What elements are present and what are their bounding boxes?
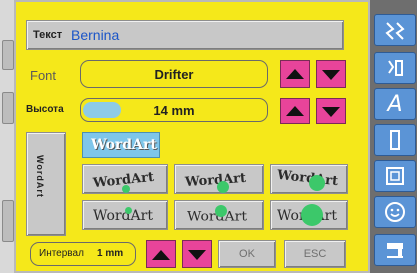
selected-wordart-style[interactable]: WordArt	[82, 132, 160, 158]
ok-label: OK	[239, 248, 255, 260]
arrow-up-icon	[286, 106, 304, 116]
height-label: Высота	[26, 104, 64, 115]
wordart-style-text: WordArt	[184, 170, 247, 191]
selection-dot	[301, 204, 323, 226]
vertical-wordart-label: WordArt	[35, 155, 45, 198]
text-editor-panel: Текст Bernina Font Drifter Высота 14 mm …	[14, 0, 370, 273]
left-tab	[2, 200, 14, 242]
selection-dot	[215, 205, 227, 217]
wordart-style-tile[interactable]: WordArt	[82, 164, 168, 194]
selection-dot	[125, 207, 132, 214]
stitch-button[interactable]	[374, 52, 416, 84]
quilt-button[interactable]	[374, 160, 416, 192]
machine-button[interactable]	[374, 234, 416, 266]
arrow-up-icon	[152, 250, 170, 260]
wordart-style-tile[interactable]: WordArt	[270, 200, 348, 230]
font-value: Drifter	[154, 67, 194, 82]
spacing-field[interactable]: Интервал 1 mm	[30, 242, 136, 266]
selection-dot	[217, 181, 229, 193]
wordart-style-text: WordArt	[93, 208, 153, 224]
spacing-down-button[interactable]	[182, 240, 212, 268]
esc-label: ESC	[303, 248, 327, 260]
arrow-down-icon	[322, 107, 340, 117]
font-down-button[interactable]	[316, 60, 346, 88]
spacing-up-button[interactable]	[146, 240, 176, 268]
left-tab	[2, 92, 14, 124]
spacing-value: 1 mm	[97, 248, 124, 259]
buttonhole-button[interactable]	[374, 124, 416, 156]
alphabet-button[interactable]: A	[374, 88, 416, 120]
wordart-style-tile[interactable]: WordArt	[174, 164, 264, 194]
personal-program-button[interactable]	[374, 196, 416, 228]
ok-button[interactable]: OK	[218, 240, 276, 268]
wordart-style-tile[interactable]: WordArt	[174, 200, 264, 230]
selection-dot	[309, 175, 325, 191]
right-toolbar: A	[370, 0, 417, 273]
height-up-button[interactable]	[280, 98, 310, 124]
quilt-icon	[386, 167, 404, 185]
height-field[interactable]: 14 mm	[80, 98, 268, 122]
letter-a-icon: A	[387, 91, 403, 117]
spacing-label: Интервал	[39, 248, 84, 259]
text-field[interactable]: Текст Bernina	[26, 20, 344, 50]
text-field-value: Bernina	[71, 27, 120, 43]
buttonhole-icon	[390, 130, 400, 150]
embroidery-pattern-button[interactable]	[374, 14, 416, 46]
font-select[interactable]: Drifter	[80, 60, 268, 88]
selection-dot	[122, 185, 130, 193]
selected-wordart-text: WordArt	[91, 137, 157, 153]
height-down-button[interactable]	[316, 98, 346, 124]
left-edge-strip	[0, 0, 14, 273]
text-field-label: Текст	[33, 29, 63, 41]
sewing-machine-icon	[387, 243, 403, 258]
vertical-wordart-button[interactable]: WordArt	[26, 132, 66, 236]
smiley-icon	[385, 202, 405, 222]
arrow-down-icon	[188, 250, 206, 260]
font-label: Font	[30, 68, 57, 83]
arrow-up-icon	[286, 69, 304, 79]
wordart-style-text: WordArt	[276, 167, 339, 190]
height-value: 14 mm	[153, 103, 195, 118]
font-up-button[interactable]	[280, 60, 310, 88]
zigzag-icon	[385, 22, 405, 40]
stitch-icon	[388, 60, 403, 76]
arrow-down-icon	[322, 70, 340, 80]
esc-button[interactable]: ESC	[284, 240, 346, 268]
left-tab	[2, 40, 14, 70]
wordart-style-tile[interactable]: WordArt	[82, 200, 168, 230]
wordart-style-tile[interactable]: WordArt	[270, 164, 348, 194]
